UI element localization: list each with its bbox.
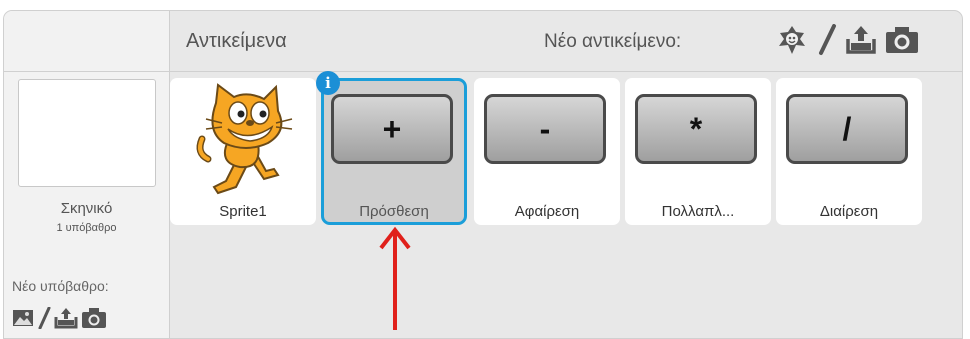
paintbrush-icon[interactable] bbox=[37, 306, 51, 334]
annotation-arrow-icon bbox=[379, 226, 411, 330]
camera-icon[interactable] bbox=[885, 25, 919, 60]
paintbrush-icon[interactable] bbox=[817, 24, 837, 61]
new-sprite-label: Νέο αντικείμενο: bbox=[544, 31, 682, 52]
sprite-tile-sprite1[interactable]: Sprite1 bbox=[170, 78, 316, 225]
stage-column: Σκηνικό 1 υπόβαθρο Νέο υπόβαθρο: bbox=[4, 11, 170, 338]
button-sprite-costume: / bbox=[786, 94, 908, 164]
sprite-name: Sprite1 bbox=[219, 203, 267, 220]
sprites-area: Αντικείμενα Νέο αντικείμενο: Sprite1 i +… bbox=[170, 11, 962, 338]
cat-sprite-icon bbox=[196, 83, 293, 195]
sprite-tile-subtraction[interactable]: - Αφαίρεση bbox=[474, 78, 620, 225]
image-icon[interactable] bbox=[12, 309, 34, 332]
sprite-name: Πολλαπλ... bbox=[661, 203, 735, 220]
sprite-name: Αφαίρεση bbox=[514, 203, 580, 220]
upload-icon[interactable] bbox=[54, 307, 78, 334]
sprite-tile-addition[interactable]: i + Πρόσθεση bbox=[316, 71, 467, 225]
info-icon[interactable]: i bbox=[316, 71, 340, 95]
upload-icon[interactable] bbox=[845, 25, 877, 60]
stage-label: Σκηνικό bbox=[60, 200, 113, 217]
new-backdrop-label: Νέο υπόβαθρο: bbox=[12, 278, 109, 294]
new-backdrop-tools bbox=[12, 306, 107, 334]
sprite-tile-division[interactable]: / Διαίρεση bbox=[776, 78, 922, 225]
camera-icon[interactable] bbox=[81, 307, 107, 334]
sprite-tile-multiplication[interactable]: * Πολλαπλ... bbox=[625, 78, 771, 225]
sprite-library-icon[interactable] bbox=[775, 24, 809, 61]
stage-thumbnail[interactable] bbox=[18, 79, 156, 187]
button-sprite-costume: - bbox=[484, 94, 606, 164]
sprite-panel: Σκηνικό 1 υπόβαθρο Νέο υπόβαθρο: Αντικεί… bbox=[3, 10, 963, 339]
button-sprite-costume: * bbox=[635, 94, 757, 164]
sprite-name: Πρόσθεση bbox=[359, 203, 429, 220]
sprite-name: Διαίρεση bbox=[819, 203, 879, 220]
sprites-header: Αντικείμενα Νέο αντικείμενο: bbox=[170, 11, 962, 72]
new-sprite-tools bbox=[775, 24, 919, 61]
backdrop-count: 1 υπόβαθρο bbox=[56, 222, 117, 234]
sprites-title: Αντικείμενα bbox=[186, 30, 287, 52]
button-sprite-costume: + bbox=[331, 94, 453, 164]
stage-header bbox=[4, 11, 169, 72]
